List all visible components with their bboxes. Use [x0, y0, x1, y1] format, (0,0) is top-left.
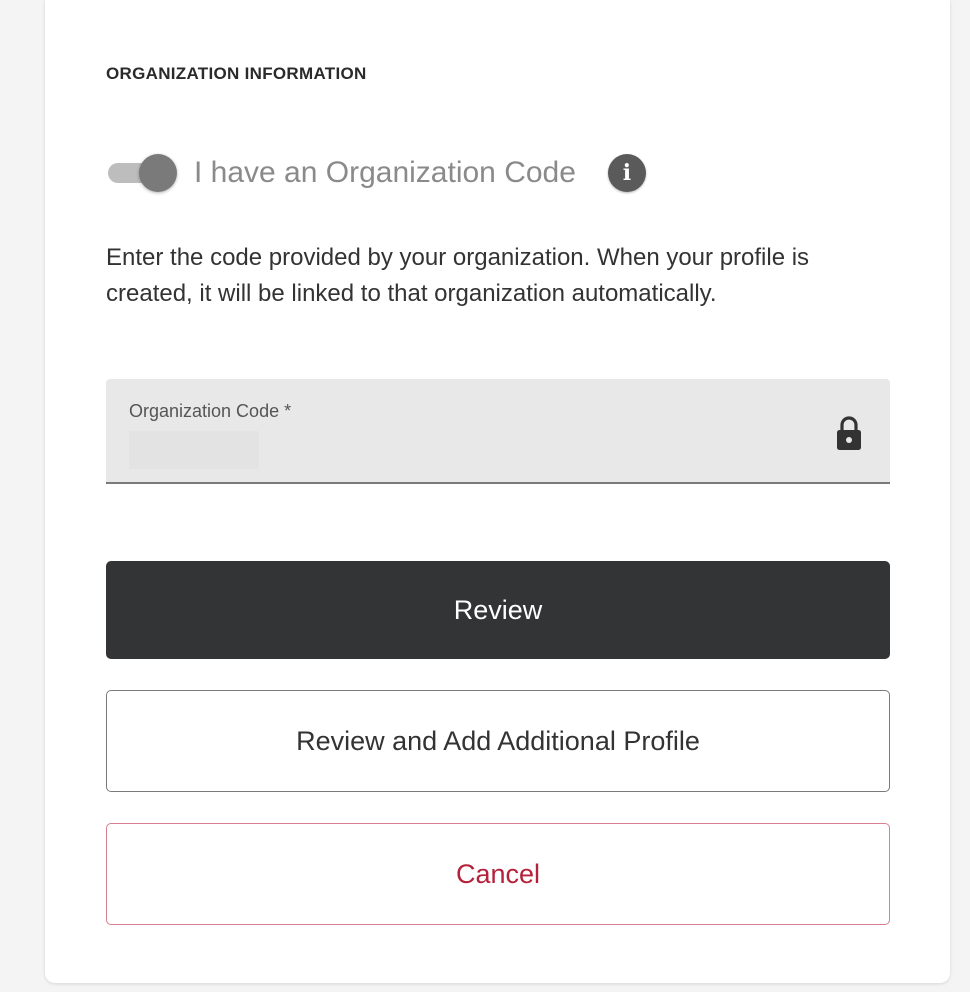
section-heading: ORGANIZATION INFORMATION — [106, 64, 367, 83]
cancel-button[interactable]: Cancel — [106, 823, 890, 925]
organization-code-toggle[interactable] — [106, 150, 182, 196]
review-and-add-profile-button[interactable]: Review and Add Additional Profile — [106, 690, 890, 792]
info-icon[interactable]: i — [607, 154, 646, 192]
organization-code-field[interactable]: Organization Code * — [106, 379, 890, 484]
review-button[interactable]: Review — [106, 561, 890, 659]
organization-code-toggle-row: I have an Organization Code i — [106, 150, 646, 196]
organization-code-input[interactable] — [129, 431, 259, 469]
lock-icon — [837, 416, 861, 450]
field-label: Organization Code * — [129, 401, 292, 421]
toggle-thumb — [139, 154, 177, 192]
toggle-label[interactable]: I have an Organization Code — [194, 156, 576, 190]
description-text: Enter the code provided by your organiza… — [106, 244, 810, 307]
